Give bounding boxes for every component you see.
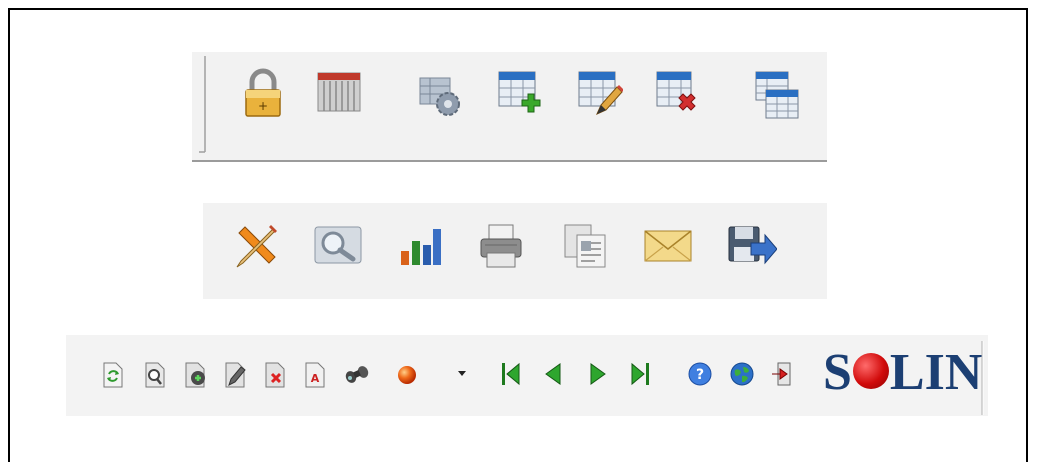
text-document-icon: A	[305, 362, 325, 388]
previous-record-button[interactable]	[544, 362, 562, 386]
web-button[interactable]	[730, 362, 754, 386]
edit-document-icon	[225, 362, 246, 388]
magnifier-icon	[314, 226, 362, 264]
svg-text:+: +	[258, 99, 268, 113]
refresh-button[interactable]	[102, 361, 124, 389]
preview-button[interactable]	[313, 225, 363, 267]
bar-chart-icon	[401, 229, 441, 265]
text-record-button[interactable]: A	[304, 361, 326, 389]
new-record-button[interactable]	[184, 361, 208, 389]
table-copy-button[interactable]	[754, 70, 800, 122]
svg-text:?: ?	[696, 367, 704, 383]
printer-icon	[480, 224, 522, 268]
logo-letters-lin: LIN	[889, 344, 983, 401]
table-delete-icon	[656, 71, 696, 111]
copy-document-icon	[564, 224, 606, 268]
print-button[interactable]	[479, 223, 523, 269]
toolbar-end-separator	[981, 341, 984, 415]
envelope-icon	[644, 230, 692, 262]
dropdown-arrow-icon	[458, 371, 466, 376]
logo-red-ball	[852, 353, 889, 389]
logo-letter-s: S	[823, 344, 852, 401]
new-document-icon	[185, 362, 205, 388]
report-toolbar	[203, 203, 827, 299]
find-record-button[interactable]	[144, 361, 166, 389]
status-button[interactable]	[396, 364, 418, 386]
svg-text:A: A	[311, 372, 320, 385]
solin-logo: S LIN	[823, 343, 982, 403]
table-button[interactable]	[317, 72, 361, 114]
tools-button[interactable]	[233, 223, 279, 269]
table-settings-button[interactable]	[418, 72, 466, 120]
table-copy-icon	[755, 71, 799, 119]
export-button[interactable]	[727, 225, 777, 267]
help-button[interactable]: ?	[688, 362, 712, 386]
last-record-icon	[631, 362, 649, 386]
chart-button[interactable]	[399, 225, 443, 267]
first-record-button[interactable]	[500, 361, 522, 387]
find-document-icon	[145, 362, 165, 388]
save-export-icon	[728, 226, 777, 265]
globe-icon	[730, 362, 754, 386]
exit-icon	[772, 362, 791, 386]
help-icon: ?	[688, 362, 712, 386]
refresh-document-icon	[103, 362, 123, 388]
previous-record-icon	[545, 363, 561, 385]
table-delete-button[interactable]	[655, 70, 699, 118]
navigation-toolbar: A ? S LIN	[66, 335, 988, 416]
table-icon	[317, 72, 361, 112]
copy-button[interactable]	[563, 223, 607, 269]
lock-icon: +	[245, 68, 281, 117]
last-record-button[interactable]	[629, 361, 651, 387]
edit-record-button[interactable]	[224, 361, 248, 389]
status-menu-button[interactable]	[458, 370, 466, 378]
table-add-icon	[498, 71, 541, 113]
toolbar-grip[interactable]	[198, 56, 208, 154]
binoculars-icon	[345, 366, 369, 383]
email-button[interactable]	[643, 229, 693, 263]
data-toolbar: +	[192, 52, 827, 162]
status-ball-icon	[398, 366, 416, 384]
tools-icon	[236, 225, 277, 268]
exit-button[interactable]	[770, 361, 792, 387]
table-add-button[interactable]	[497, 70, 541, 118]
table-edit-icon	[578, 71, 623, 115]
binoculars-button[interactable]	[344, 363, 370, 385]
table-settings-icon	[419, 77, 460, 116]
delete-record-button[interactable]	[264, 361, 288, 389]
delete-document-icon	[265, 362, 285, 388]
lock-button[interactable]: +	[242, 68, 284, 120]
first-record-icon	[502, 362, 520, 386]
next-record-button[interactable]	[589, 362, 607, 386]
table-edit-button[interactable]	[577, 70, 623, 118]
next-record-icon	[590, 363, 606, 385]
